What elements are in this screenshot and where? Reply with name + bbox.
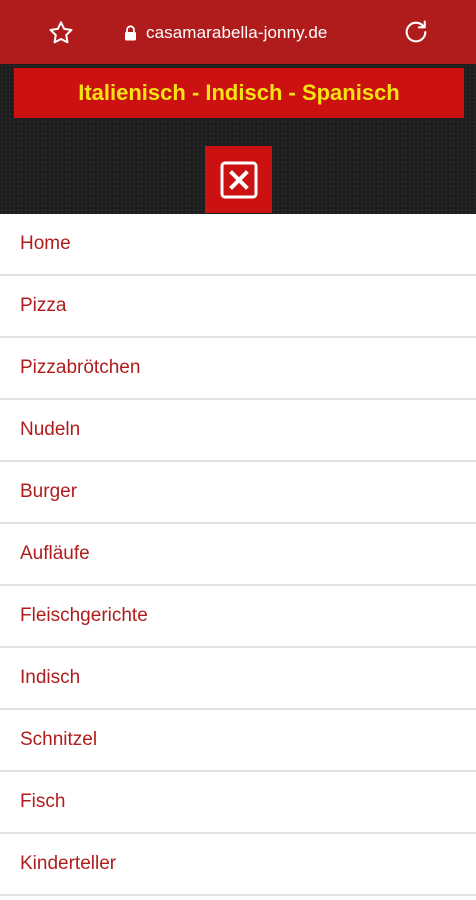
menu-item-label: Indisch: [20, 667, 81, 688]
browser-url-bar: casamarabella-jonny.de: [0, 0, 476, 64]
menu-item-label: Fleischgerichte: [20, 605, 148, 626]
menu-item-nudeln[interactable]: Nudeln: [0, 400, 476, 462]
lock-icon: [125, 25, 136, 41]
close-menu-button[interactable]: [205, 146, 272, 213]
menu-item-label: Nudeln: [20, 419, 81, 440]
url-field[interactable]: casamarabella-jonny.de: [124, 20, 327, 46]
cuisine-banner: Italienisch - Indisch - Spanisch: [14, 68, 464, 118]
menu-item-fisch[interactable]: Fisch: [0, 772, 476, 834]
menu-item-burger[interactable]: Burger: [0, 462, 476, 524]
reload-icon[interactable]: [402, 18, 430, 46]
navigation-menu: Home Pizza Pizzabrötchen Nudeln Burger A…: [0, 214, 476, 896]
star-icon[interactable]: [47, 19, 75, 47]
menu-item-label: Burger: [20, 481, 78, 502]
menu-item-kinderteller[interactable]: Kinderteller: [0, 834, 476, 896]
close-icon: [220, 161, 257, 198]
menu-item-home[interactable]: Home: [0, 214, 476, 276]
banner-text: Italienisch - Indisch - Spanisch: [78, 80, 400, 105]
menu-item-fleischgerichte[interactable]: Fleischgerichte: [0, 586, 476, 648]
menu-item-label: Pizzabrötchen: [20, 357, 141, 378]
menu-item-schnitzel[interactable]: Schnitzel: [0, 710, 476, 772]
menu-item-label: Home: [20, 233, 71, 254]
url-text: casamarabella-jonny.de: [146, 23, 328, 42]
menu-item-label: Pizza: [20, 295, 67, 316]
menu-item-indisch[interactable]: Indisch: [0, 648, 476, 710]
menu-item-auflaeufe[interactable]: Aufläufe: [0, 524, 476, 586]
menu-item-label: Fisch: [20, 791, 66, 812]
menu-item-label: Kinderteller: [20, 853, 117, 874]
menu-item-pizzabroetchen[interactable]: Pizzabrötchen: [0, 338, 476, 400]
menu-item-pizza[interactable]: Pizza: [0, 276, 476, 338]
menu-item-label: Schnitzel: [20, 729, 98, 750]
menu-item-label: Aufläufe: [20, 543, 90, 564]
